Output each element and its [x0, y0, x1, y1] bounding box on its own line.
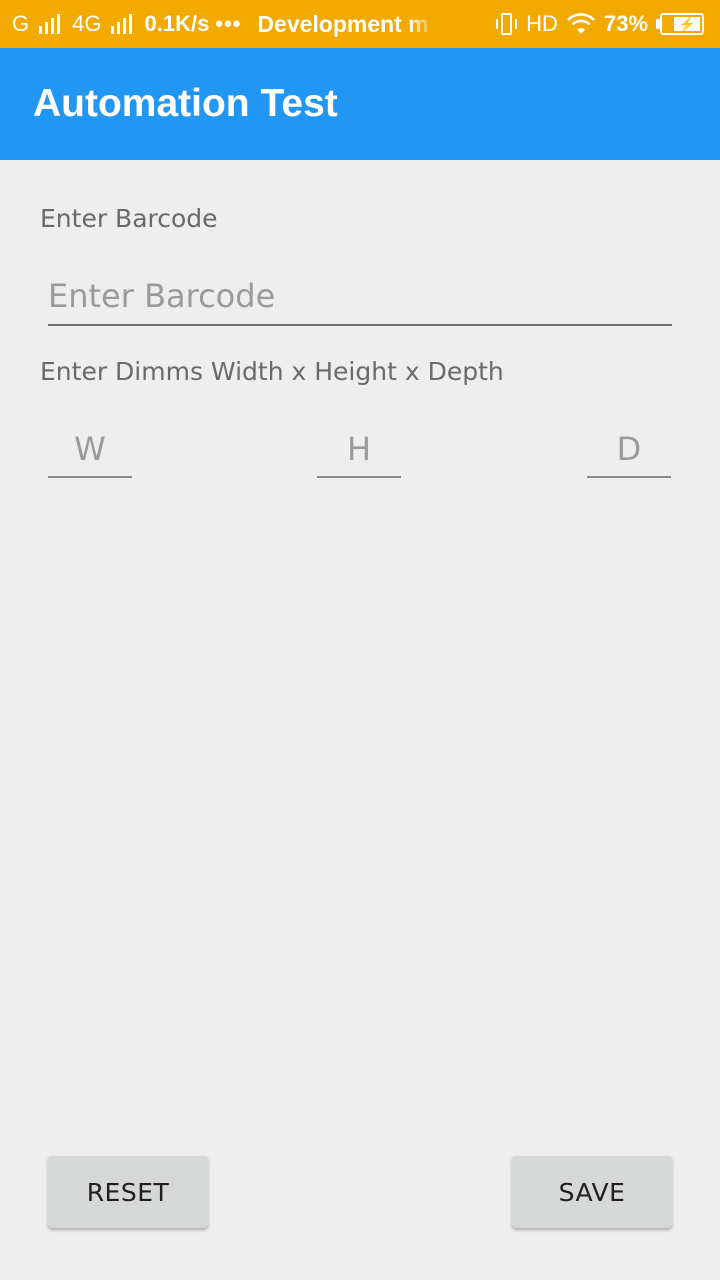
- save-button[interactable]: SAVE: [512, 1156, 672, 1228]
- dimensions-label: Enter Dimms Width x Height x Depth: [40, 357, 504, 386]
- hd-indicator: HD: [526, 11, 558, 36]
- height-input[interactable]: [317, 422, 401, 478]
- app-bar: Automation Test: [0, 48, 720, 160]
- network-speed: 0.1K/s: [144, 11, 210, 36]
- status-bar-right: HD 73% ⚡: [494, 0, 704, 48]
- page-title: Automation Test: [33, 82, 338, 125]
- battery-percent: 73%: [603, 11, 648, 36]
- barcode-label: Enter Barcode: [40, 204, 218, 233]
- depth-input[interactable]: [587, 422, 671, 478]
- width-input[interactable]: [48, 422, 132, 478]
- cellular-signal-icon: [111, 14, 133, 34]
- status-bar: G 4G 0.1K/s ••• Development m HD 73% ⚡: [0, 0, 720, 48]
- carrier-2-label: 4G: [72, 11, 102, 36]
- vibrate-icon: [494, 11, 518, 37]
- reset-button[interactable]: RESET: [48, 1156, 208, 1228]
- cellular-signal-icon: [39, 14, 61, 34]
- carrier-1-label: G: [12, 11, 30, 36]
- barcode-input[interactable]: [48, 268, 672, 326]
- more-notifications-icon: •••: [215, 11, 242, 36]
- notification-text: Development m: [257, 10, 429, 37]
- status-bar-left: G 4G 0.1K/s ••• Development m: [12, 11, 435, 38]
- battery-charging-icon: ⚡: [656, 13, 704, 35]
- wifi-icon: [567, 13, 595, 34]
